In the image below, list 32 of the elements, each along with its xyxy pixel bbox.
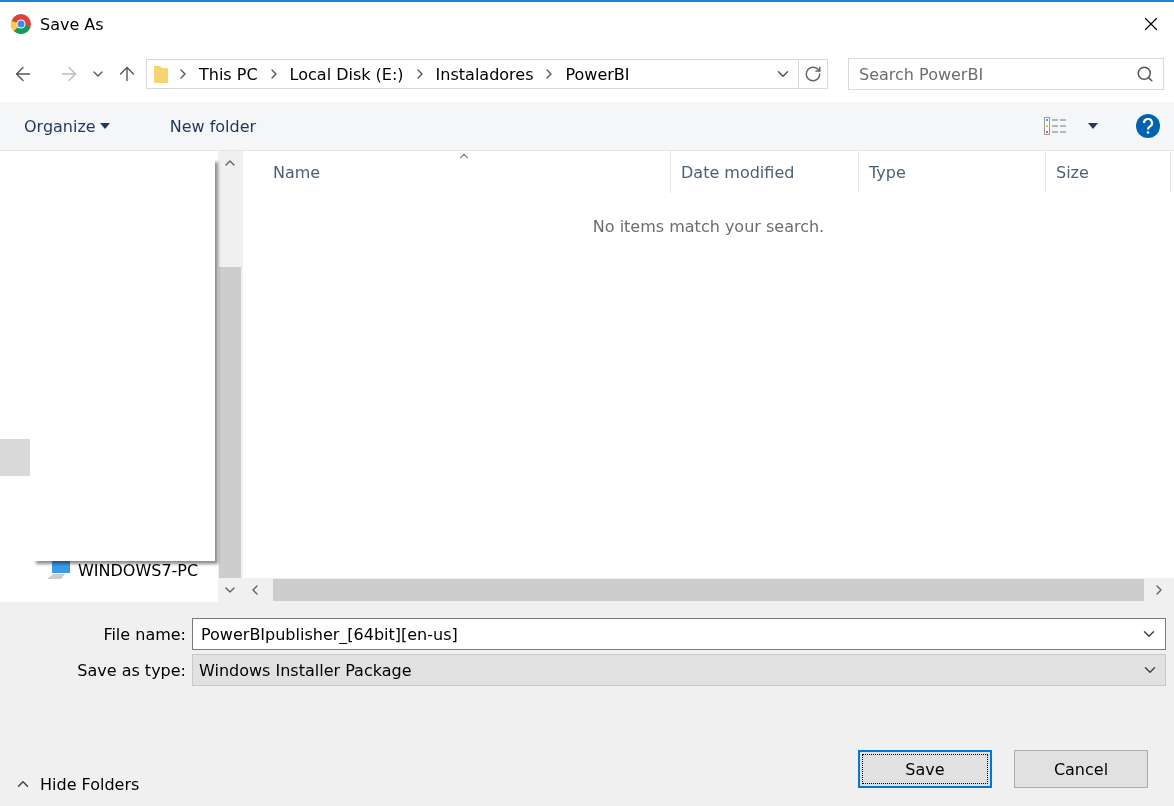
caret-icon [1088, 123, 1098, 129]
hide-folders-button[interactable]: Hide Folders [14, 774, 140, 794]
search-icon [1136, 65, 1154, 83]
save-type-dropdown[interactable]: Windows Installer Package [192, 654, 1166, 686]
view-options-button[interactable] [1042, 115, 1100, 137]
address-bar[interactable]: This PC Local Disk (E:) Instaladores PowerBI [146, 59, 799, 89]
file-name-label: File name: [102, 624, 186, 644]
selected-item-highlight [0, 439, 30, 476]
computer-icon [46, 560, 72, 580]
empty-message: No items match your search. [591, 216, 826, 238]
breadcrumb-item[interactable]: Local Disk (E:) [287, 64, 406, 84]
folder-icon [153, 64, 169, 84]
breadcrumb-item[interactable]: PowerBI [563, 64, 632, 84]
caret-icon [99, 123, 110, 129]
refresh-button[interactable] [798, 59, 828, 89]
help-icon[interactable] [1136, 114, 1160, 138]
organize-button[interactable]: Organize [14, 116, 120, 136]
file-name-field[interactable]: PowerBIpublisher_[64bit][en-us] [192, 618, 1166, 650]
details-view-icon [1044, 117, 1066, 135]
browser-logo-icon [10, 13, 32, 35]
vertical-scrollbar[interactable] [218, 151, 242, 602]
refresh-icon [804, 65, 822, 83]
horizontal-scrollbar[interactable] [243, 578, 1174, 602]
dialog-button[interactable]: Save [858, 750, 992, 788]
search-field[interactable]: Search PowerBI [848, 58, 1164, 90]
breadcrumb-item[interactable]: This PC [197, 64, 260, 84]
save-type-label: Save as type: [76, 660, 186, 680]
breadcrumb-item[interactable]: Instaladores [433, 64, 536, 84]
window-title: Save As [40, 14, 105, 34]
dialog-button[interactable]: Cancel [1014, 750, 1148, 788]
sidebar-item[interactable]: WINDOWS7-PC [0, 560, 218, 580]
new-folder-button[interactable]: New folder [159, 116, 267, 136]
